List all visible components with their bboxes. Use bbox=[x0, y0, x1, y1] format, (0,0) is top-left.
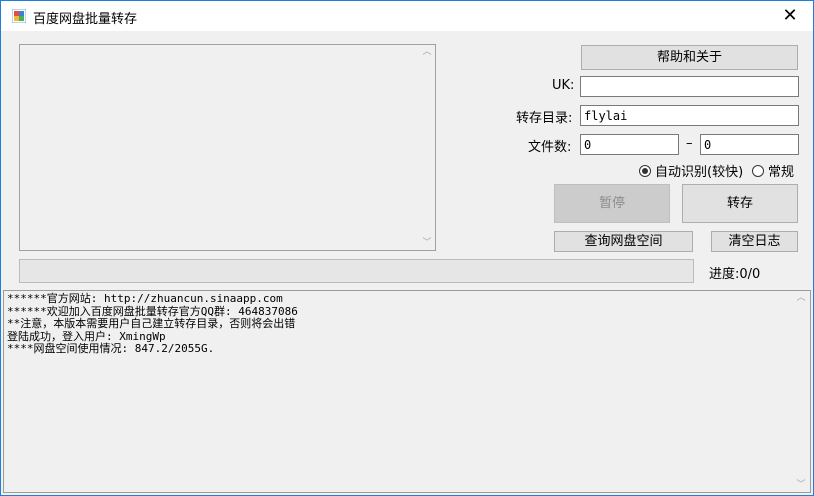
pause-button[interactable]: 暂停 bbox=[554, 184, 670, 223]
log-text: ******官方网站: http://zhuancun.sinaapp.com *… bbox=[7, 292, 298, 356]
log-line: **注意，本版本需要用户自己建立转存目录，否则将会出错 bbox=[7, 317, 296, 330]
file-list-box[interactable]: ︿ ﹀ bbox=[19, 44, 436, 251]
log-scrollbar[interactable]: ︿ ﹀ bbox=[793, 291, 810, 492]
radio-normal-label: 常规 bbox=[768, 165, 795, 180]
file-count-from-input[interactable]: 0 bbox=[580, 134, 679, 155]
close-button[interactable]: ✕ bbox=[767, 1, 813, 31]
progress-label: 进度:0/0 bbox=[709, 267, 761, 282]
file-count-label: 文件数: bbox=[528, 140, 572, 155]
help-about-button[interactable]: 帮助和关于 bbox=[581, 45, 798, 70]
chevron-up-icon[interactable]: ︿ bbox=[422, 47, 432, 57]
radio-checked-icon bbox=[639, 164, 651, 177]
progress-bar bbox=[19, 259, 694, 283]
log-line: ******官方网站: http://zhuancun.sinaapp.com bbox=[7, 292, 283, 305]
chevron-up-icon[interactable]: ︿ bbox=[796, 293, 806, 303]
transfer-dir-input[interactable]: flylai bbox=[580, 105, 799, 126]
window-title: 百度网盘批量转存 bbox=[33, 12, 138, 27]
transfer-button[interactable]: 转存 bbox=[682, 184, 798, 223]
range-separator: – bbox=[686, 136, 693, 151]
app-icon bbox=[12, 9, 26, 23]
uk-label: UK: bbox=[552, 78, 575, 93]
main-window: 百度网盘批量转存 ✕ ︿ ﹀ 帮助和关于 UK: 转存目录: flylai 文件… bbox=[0, 0, 814, 496]
log-textbox[interactable]: ******官方网站: http://zhuancun.sinaapp.com *… bbox=[3, 290, 811, 493]
radio-auto-detect-label: 自动识别(较快) bbox=[655, 165, 744, 180]
log-line: ****网盘空间使用情况: 847.2/2055G. bbox=[7, 342, 215, 355]
radio-unchecked-icon bbox=[752, 164, 764, 177]
uk-input[interactable] bbox=[580, 76, 799, 97]
transfer-dir-label: 转存目录: bbox=[516, 111, 573, 126]
title-bar: 百度网盘批量转存 ✕ bbox=[1, 1, 813, 31]
chevron-down-icon[interactable]: ﹀ bbox=[796, 480, 806, 490]
clear-log-button[interactable]: 清空日志 bbox=[711, 231, 798, 252]
radio-normal[interactable]: 常规 bbox=[752, 161, 794, 180]
file-count-to-input[interactable]: 0 bbox=[700, 134, 799, 155]
chevron-down-icon[interactable]: ﹀ bbox=[422, 238, 432, 248]
radio-auto-detect[interactable]: 自动识别(较快) bbox=[639, 161, 743, 180]
query-space-button[interactable]: 查询网盘空间 bbox=[554, 231, 693, 252]
list-scrollbar[interactable]: ︿ ﹀ bbox=[419, 45, 435, 250]
